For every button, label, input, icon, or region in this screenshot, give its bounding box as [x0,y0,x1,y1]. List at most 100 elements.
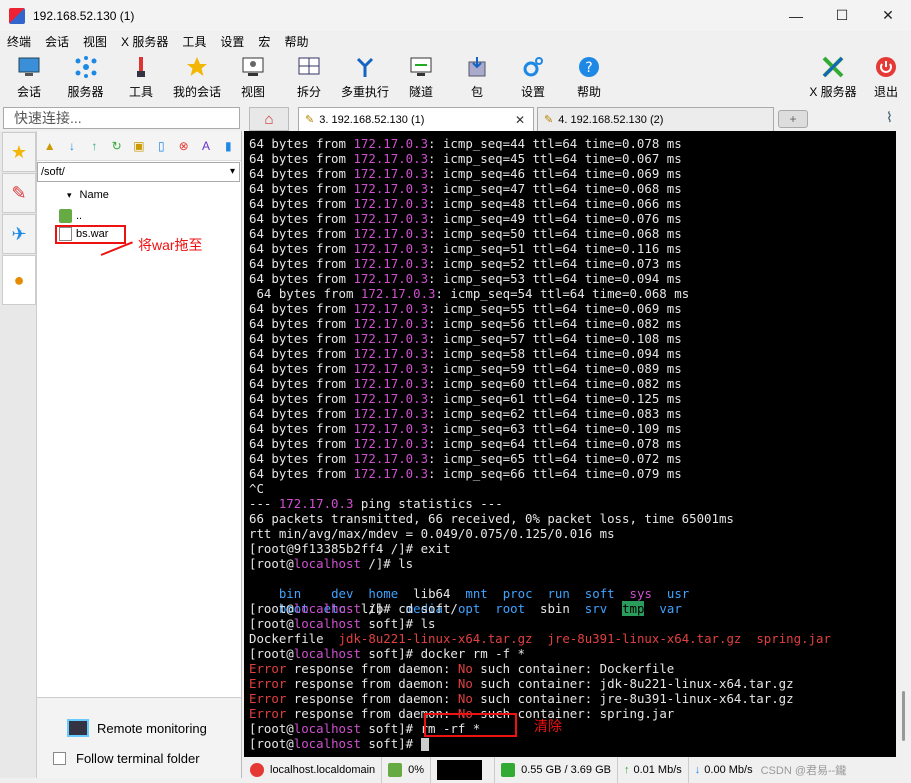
new-tab-button[interactable]: + [778,110,808,128]
follow-folder-checkbox[interactable]: Follow terminal folder [53,751,200,766]
ping-line: 64 bytes from 172.17.0.3: icmp_seq=63 tt… [249,421,682,436]
close-tab-icon[interactable]: ✕ [515,113,525,127]
terminal-scrollbar[interactable] [896,131,911,757]
error-line: Error response from daemon: No such cont… [249,676,794,691]
sftp-side-icon[interactable]: ● [2,255,36,305]
monitoring-icon [67,719,89,737]
folder-up-icon[interactable]: ▲ [40,136,59,156]
ping-line: 64 bytes from 172.17.0.3: icmp_seq=62 tt… [249,406,682,421]
memory-icon [501,763,516,777]
rename-icon[interactable]: A [196,136,215,156]
sessions-star-icon[interactable]: ★ [2,132,36,172]
tab-label: 4. 192.168.52.130 (2) [558,113,664,126]
ping-line: 64 bytes from 172.17.0.3: icmp_seq=64 tt… [249,436,682,451]
ping-line: 64 bytes from 172.17.0.3: icmp_seq=50 tt… [249,226,682,241]
upload-icon[interactable]: ↑ [85,136,104,156]
xserver-button[interactable]: X 服务器 [805,51,861,105]
servers-button[interactable]: 服务器 [58,51,113,105]
help-button[interactable]: ? 帮助 [561,51,617,105]
ls-output-row: bin dev home lib64 mnt proc run soft sys… [278,586,690,601]
upload-arrow-icon: ↑ [623,764,630,776]
ping-line: 64 bytes from 172.17.0.3: icmp_seq=61 tt… [249,391,682,406]
quick-connect-input[interactable]: 快速连接... [3,107,240,129]
cpu-icon [388,763,403,777]
menu-help[interactable]: 帮助 [277,33,315,50]
redhat-icon [250,763,264,777]
ping-line: 64 bytes from 172.17.0.3: icmp_seq=58 tt… [249,346,682,361]
tab-session-1[interactable]: ✎ 3. 192.168.52.130 (1) ✕ [298,107,534,131]
new-folder-icon[interactable]: ▣ [129,136,148,156]
cpu-graph [437,760,483,780]
tools-icon [128,54,154,80]
ping-line: 64 bytes from 172.17.0.3: icmp_seq=66 tt… [249,466,682,481]
close-button[interactable]: ✕ [865,0,911,31]
ping-output: 64 bytes from 172.17.0.3: icmp_seq=44 tt… [249,136,896,481]
delete-icon[interactable]: ⊗ [174,136,193,156]
tunnel-button[interactable]: 隧道 [393,51,449,105]
error-line: Error response from daemon: No such cont… [249,691,794,706]
package-icon [464,54,490,80]
terminal-line: rtt min/avg/max/mdev = 0.049/0.075/0.125… [249,526,615,541]
app-logo-icon [9,7,25,24]
annotation-clear-text: 清除 [534,719,562,735]
menu-macros[interactable]: 宏 [251,33,277,50]
session-button[interactable]: 会话 [0,51,58,105]
terminal-line: [root@localhost soft]# rm -rf * 清除 [249,719,562,737]
checkbox[interactable] [53,752,66,765]
ls-soft-output: Dockerfile jdk-8u221-linux-x64.tar.gz jr… [249,631,831,646]
scrollbar-thumb[interactable] [902,691,905,741]
terminal-output[interactable]: 64 bytes from 172.17.0.3: icmp_seq=44 tt… [244,131,896,757]
maximize-button[interactable]: ☐ [819,0,865,31]
home-tab[interactable]: ⌂ [249,107,289,131]
refresh-icon[interactable]: ↻ [107,136,126,156]
name-column-header[interactable]: ▾ Name [67,189,109,201]
package-button[interactable]: 包 [449,51,505,105]
ping-line: 64 bytes from 172.17.0.3: icmp_seq=48 tt… [249,196,682,211]
view-button[interactable]: 视图 [225,51,281,105]
my-sessions-button[interactable]: 我的会话 [169,51,225,105]
star-icon [184,54,210,80]
settings-button[interactable]: 设置 [505,51,561,105]
menu-terminal[interactable]: 终端 [0,33,38,50]
tools-button[interactable]: 工具 [113,51,169,105]
sort-chevron-icon: ▾ [67,190,72,200]
terminal-cursor [420,738,429,751]
multiexec-button[interactable]: 多重执行 [337,51,393,105]
status-memory: 0.55 GB / 3.69 GB [495,757,618,783]
sftp-file-panel: ▲ ↓ ↑ ↻ ▣ ▯ ⊗ A ▮ /soft/ ▾ ▾ Name .. bs.w… [37,131,242,778]
tools-side-icon[interactable]: ✎ [2,173,36,213]
ping-line: 64 bytes from 172.17.0.3: icmp_seq=45 tt… [249,151,682,166]
ping-line: 64 bytes from 172.17.0.3: icmp_seq=53 tt… [249,271,682,286]
menu-settings[interactable]: 设置 [213,33,251,50]
ping-line: 64 bytes from 172.17.0.3: icmp_seq=59 tt… [249,361,682,376]
left-status-strip [0,778,244,783]
terminal-line: ^C [249,481,264,496]
servers-icon [73,54,99,80]
menu-sessions[interactable]: 会话 [38,33,76,50]
tab-session-2[interactable]: ✎ 4. 192.168.52.130 (2) [537,107,774,131]
file-row-parent[interactable]: .. [59,209,82,223]
ping-line: 64 bytes from 172.17.0.3: icmp_seq=51 tt… [249,241,682,256]
xserver-icon [820,54,846,80]
menu-tools[interactable]: 工具 [175,33,213,50]
minimize-button[interactable]: — [773,0,819,31]
multiexec-icon [352,54,378,80]
properties-icon[interactable]: ▮ [219,136,238,156]
chevron-down-icon[interactable]: ▾ [230,163,235,181]
exit-icon [873,54,899,80]
split-button[interactable]: 拆分 [281,51,337,105]
path-input[interactable]: /soft/ ▾ [37,162,240,182]
remote-monitoring-button[interactable]: Remote monitoring [67,719,207,737]
download-icon[interactable]: ↓ [62,136,81,156]
sftp-bottom-panel: Remote monitoring Follow terminal folder [37,697,241,778]
status-download: ↓ 0.00 Mb/s [694,764,753,776]
terminal-line: [root@localhost soft]# ls [249,616,436,631]
new-file-icon[interactable]: ▯ [152,136,171,156]
paperclip-icon[interactable]: ⌇ [886,109,893,126]
ping-line: 64 bytes from 172.17.0.3: icmp_seq=46 tt… [249,166,682,181]
menu-xserver[interactable]: X 服务器 [114,33,175,50]
macros-side-icon[interactable]: ✈ [2,214,36,254]
menu-view[interactable]: 视图 [76,33,114,50]
sftp-toolbar: ▲ ↓ ↑ ↻ ▣ ▯ ⊗ A ▮ [37,131,241,161]
exit-button[interactable]: 退出 [861,51,911,105]
